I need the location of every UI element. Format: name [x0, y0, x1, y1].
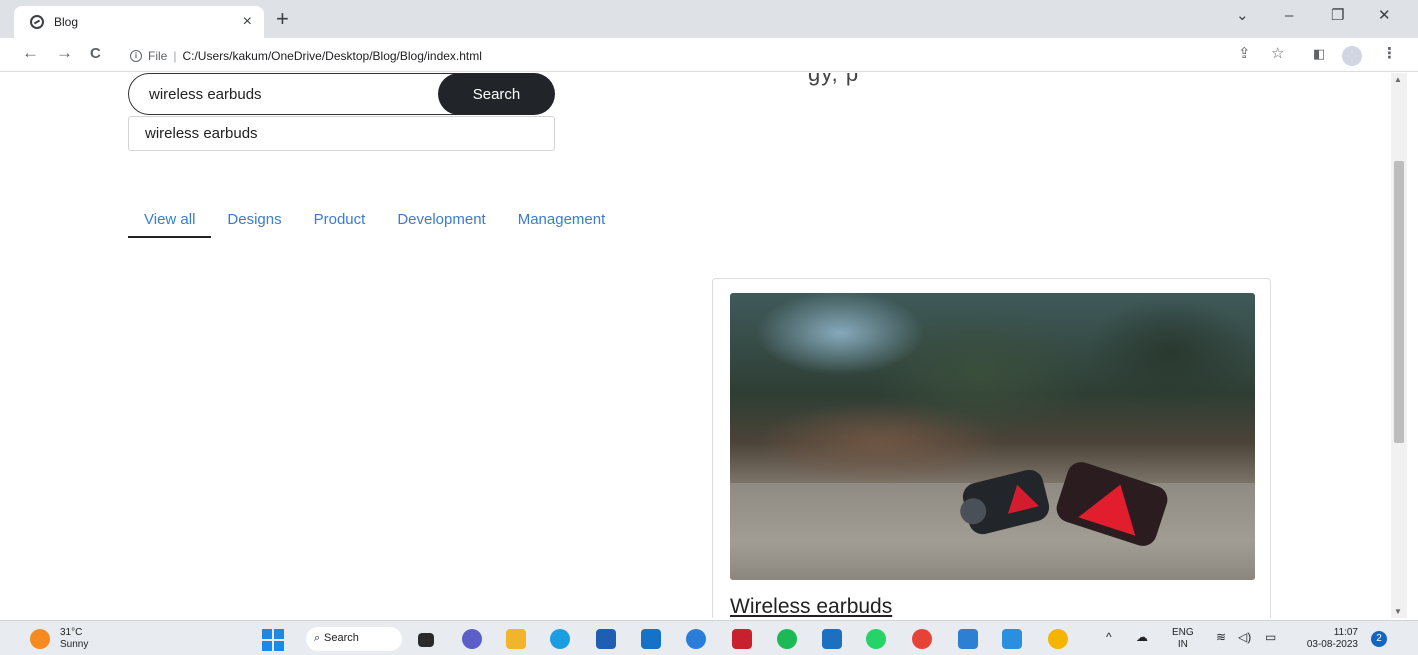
taskbar-search[interactable]: Search — [306, 627, 402, 651]
chevron-up-icon[interactable]: ^ — [1106, 631, 1112, 643]
tab-designs[interactable]: Designs — [211, 205, 297, 238]
weather-condition: Sunny — [60, 639, 89, 650]
chrome-profile-icon[interactable] — [912, 629, 932, 649]
category-tabs: View all Designs Product Development Man… — [128, 205, 621, 238]
mail-icon[interactable] — [822, 629, 842, 649]
clock-time: 11:07 — [1333, 627, 1358, 638]
battery-icon[interactable]: ▭ — [1265, 631, 1276, 643]
forward-button[interactable]: → — [56, 44, 73, 61]
card-title-link[interactable]: Wireless earbuds — [730, 595, 892, 618]
browser-tab-strip: Blog × + ⌄ – ❐ ✕ — [0, 0, 1418, 38]
task-view-icon[interactable] — [418, 633, 434, 647]
tab-title: Blog — [54, 15, 79, 29]
globe-icon — [30, 15, 44, 29]
clock-date: 03-08-2023 — [1306, 639, 1358, 650]
card-image[interactable] — [730, 293, 1255, 580]
minimize-button[interactable]: – — [1285, 8, 1293, 23]
close-window-button[interactable]: ✕ — [1378, 8, 1391, 23]
vscode-icon[interactable] — [1002, 629, 1022, 649]
blog-card[interactable]: Wireless earbuds — [712, 278, 1271, 618]
mcafee-icon[interactable] — [732, 629, 752, 649]
autocomplete-suggestion[interactable]: wireless earbuds — [128, 116, 555, 151]
search-form: Search — [128, 73, 555, 115]
share-icon[interactable]: ⇪ — [1238, 46, 1251, 61]
notification-badge[interactable]: 2 — [1371, 631, 1387, 647]
file-explorer-icon[interactable] — [506, 629, 526, 649]
search-icon: ⌕ — [314, 632, 321, 644]
new-tab-button[interactable]: + — [276, 8, 289, 30]
restore-button[interactable]: ❐ — [1331, 8, 1344, 23]
system-clock[interactable]: 11:07 03-08-2023 — [1296, 627, 1358, 651]
spotify-icon[interactable] — [777, 629, 797, 649]
scrollbar-thumb[interactable] — [1394, 161, 1404, 443]
scroll-down-icon[interactable]: ▼ — [1394, 607, 1402, 616]
photos-icon[interactable] — [958, 629, 978, 649]
menu-icon[interactable]: ⋮ — [1382, 46, 1397, 61]
tab-product[interactable]: Product — [298, 205, 382, 238]
search-input[interactable] — [128, 73, 458, 115]
back-button[interactable]: ← — [22, 44, 39, 61]
windows-taskbar: 31°C Sunny Search ⌕ ^ ☁ ENG IN ≋ ◁) ▭ 11… — [0, 620, 1418, 655]
teams-chat-icon[interactable] — [462, 629, 482, 649]
scheme-separator: | — [173, 48, 177, 63]
vertical-scrollbar[interactable]: ▲ ▼ — [1391, 73, 1407, 618]
reload-button[interactable]: C — [90, 46, 101, 61]
clipped-hero-text: gy, p — [808, 73, 860, 86]
tab-development[interactable]: Development — [381, 205, 501, 238]
tab-close-icon[interactable]: × — [243, 14, 252, 30]
sun-icon — [30, 629, 50, 649]
tab-search-dropdown-icon[interactable]: ⌄ — [1236, 8, 1249, 23]
windows-start-icon[interactable] — [262, 629, 284, 651]
wifi-icon[interactable]: ≋ — [1216, 631, 1226, 643]
whatsapp-icon[interactable] — [866, 629, 886, 649]
weather-temp: 31°C — [60, 627, 83, 638]
star-icon[interactable]: ☆ — [1271, 46, 1284, 61]
edge-icon[interactable] — [550, 629, 570, 649]
page-viewport: gy, p Search wireless earbuds View all D… — [0, 73, 1418, 618]
onedrive-icon[interactable]: ☁ — [1136, 631, 1148, 643]
browser-toolbar: ← → C i File | C:/Users/kakum/OneDrive/D… — [0, 38, 1418, 72]
language-region: IN — [1177, 639, 1188, 650]
scheme-label: File — [148, 48, 168, 63]
weather-widget[interactable]: 31°C Sunny — [30, 627, 88, 651]
url-text[interactable]: C:/Users/kakum/OneDrive/Desktop/Blog/Blo… — [182, 49, 481, 63]
volume-icon[interactable]: ◁) — [1238, 631, 1251, 643]
chrome-icon[interactable] — [1048, 629, 1068, 649]
address-bar[interactable]: i File | C:/Users/kakum/OneDrive/Desktop… — [118, 42, 1218, 69]
browser-tab-blog[interactable]: Blog × — [14, 6, 264, 38]
language-indicator[interactable]: ENG IN — [1172, 627, 1194, 651]
profile-icon[interactable] — [1342, 46, 1362, 66]
earbud-logo — [1001, 480, 1039, 514]
app-icon[interactable] — [686, 629, 706, 649]
info-icon[interactable]: i — [130, 49, 142, 62]
taskbar-search-label: Search — [324, 632, 359, 644]
earbud-logo — [1078, 475, 1149, 536]
tab-management[interactable]: Management — [502, 205, 622, 238]
outlook-icon[interactable] — [641, 629, 661, 649]
search-button[interactable]: Search — [438, 73, 555, 115]
sidepanel-icon[interactable]: ◧ — [1313, 47, 1325, 60]
language-code: ENG — [1172, 627, 1194, 638]
scroll-up-icon[interactable]: ▲ — [1394, 75, 1402, 84]
tab-view-all[interactable]: View all — [128, 205, 212, 238]
store-icon[interactable] — [596, 629, 616, 649]
